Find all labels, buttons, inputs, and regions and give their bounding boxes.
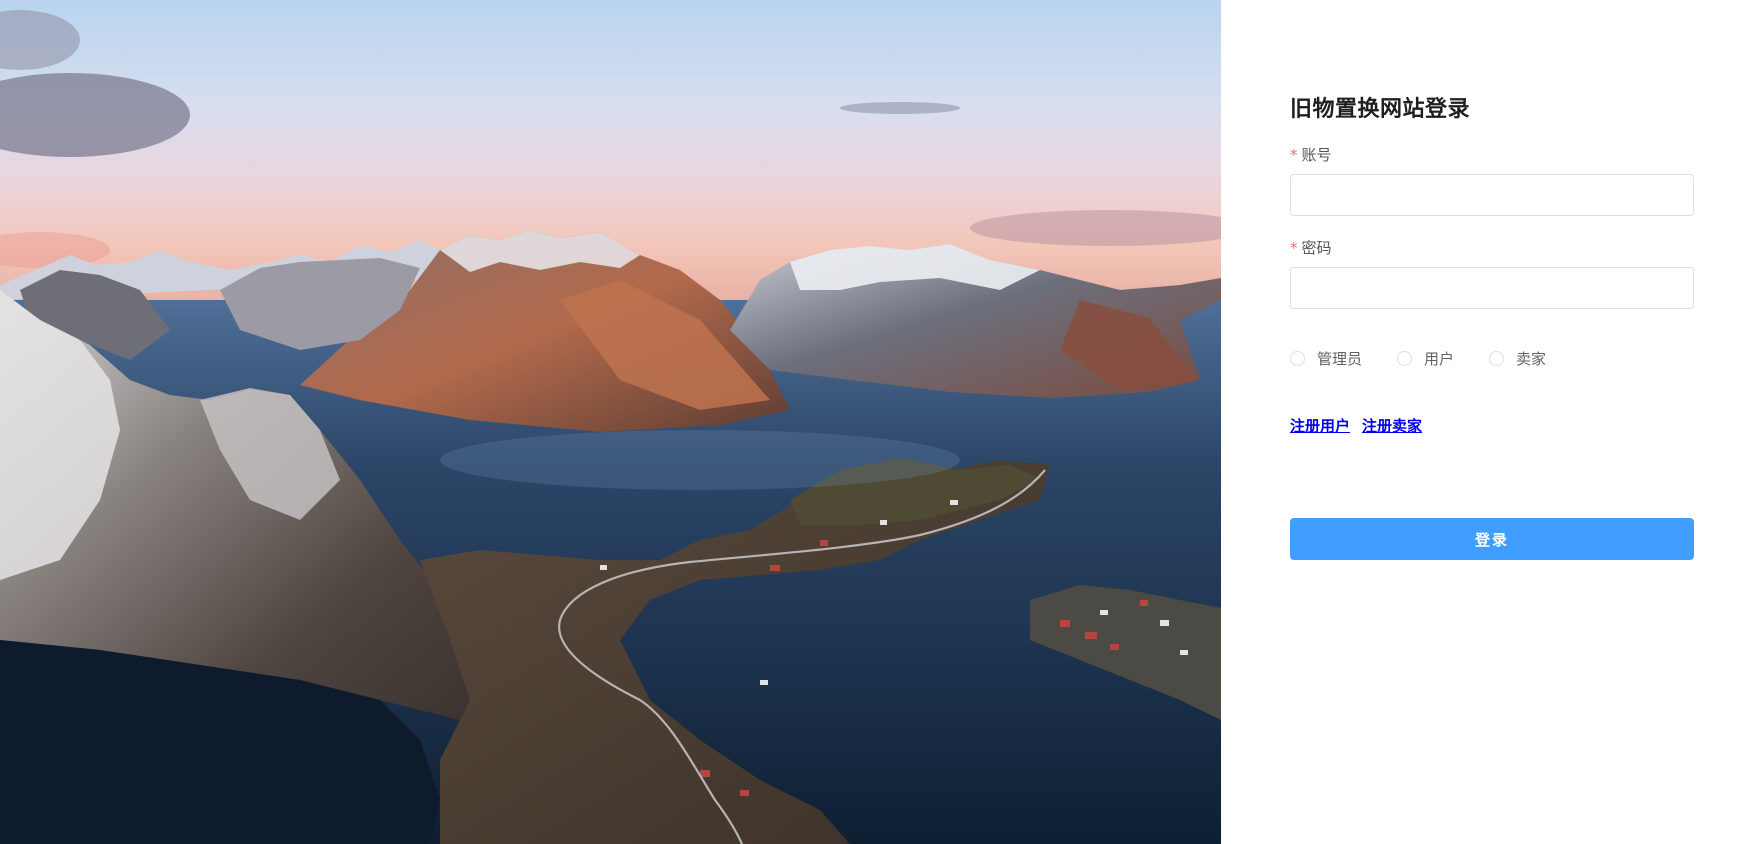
account-label-row: * 账号 xyxy=(1290,145,1694,165)
login-form: 旧物置换网站登录 * 账号 * 密码 管理员 用户 卖家 注册用户 注册卖家 登… xyxy=(1290,94,1694,560)
account-form-item: * 账号 xyxy=(1290,145,1694,216)
role-label-admin: 管理员 xyxy=(1317,350,1363,368)
account-input[interactable] xyxy=(1290,174,1694,216)
register-seller-link[interactable]: 注册卖家 xyxy=(1362,415,1422,436)
role-radio-group: 管理员 用户 卖家 xyxy=(1290,348,1694,369)
radio-circle-icon[interactable] xyxy=(1489,351,1505,366)
radio-circle-icon[interactable] xyxy=(1290,351,1305,366)
password-label-row: * 密码 xyxy=(1290,238,1694,258)
role-radio-user[interactable]: 用户 xyxy=(1397,348,1454,369)
role-radio-admin[interactable]: 管理员 xyxy=(1290,348,1362,369)
landscape-illustration xyxy=(0,0,1221,844)
required-star: * xyxy=(1290,239,1298,257)
register-user-link[interactable]: 注册用户 xyxy=(1290,415,1350,436)
required-star: * xyxy=(1290,146,1298,164)
login-title: 旧物置换网站登录 xyxy=(1290,97,1471,122)
password-label: 密码 xyxy=(1301,239,1332,257)
account-label: 账号 xyxy=(1301,146,1332,164)
hero-landscape-image xyxy=(0,0,1221,844)
password-form-item: * 密码 xyxy=(1290,238,1694,309)
password-input[interactable] xyxy=(1290,267,1694,309)
role-label-seller: 卖家 xyxy=(1516,350,1547,368)
login-panel: 旧物置换网站登录 * 账号 * 密码 管理员 用户 卖家 注册用户 注册卖家 登… xyxy=(1221,0,1763,844)
role-radio-seller[interactable]: 卖家 xyxy=(1489,348,1546,369)
register-links: 注册用户 注册卖家 xyxy=(1290,415,1694,436)
login-page: 旧物置换网站登录 * 账号 * 密码 管理员 用户 卖家 注册用户 注册卖家 登… xyxy=(0,0,1763,844)
radio-circle-icon[interactable] xyxy=(1397,351,1413,366)
role-label-user: 用户 xyxy=(1424,350,1455,368)
login-button[interactable]: 登录 xyxy=(1290,518,1694,560)
